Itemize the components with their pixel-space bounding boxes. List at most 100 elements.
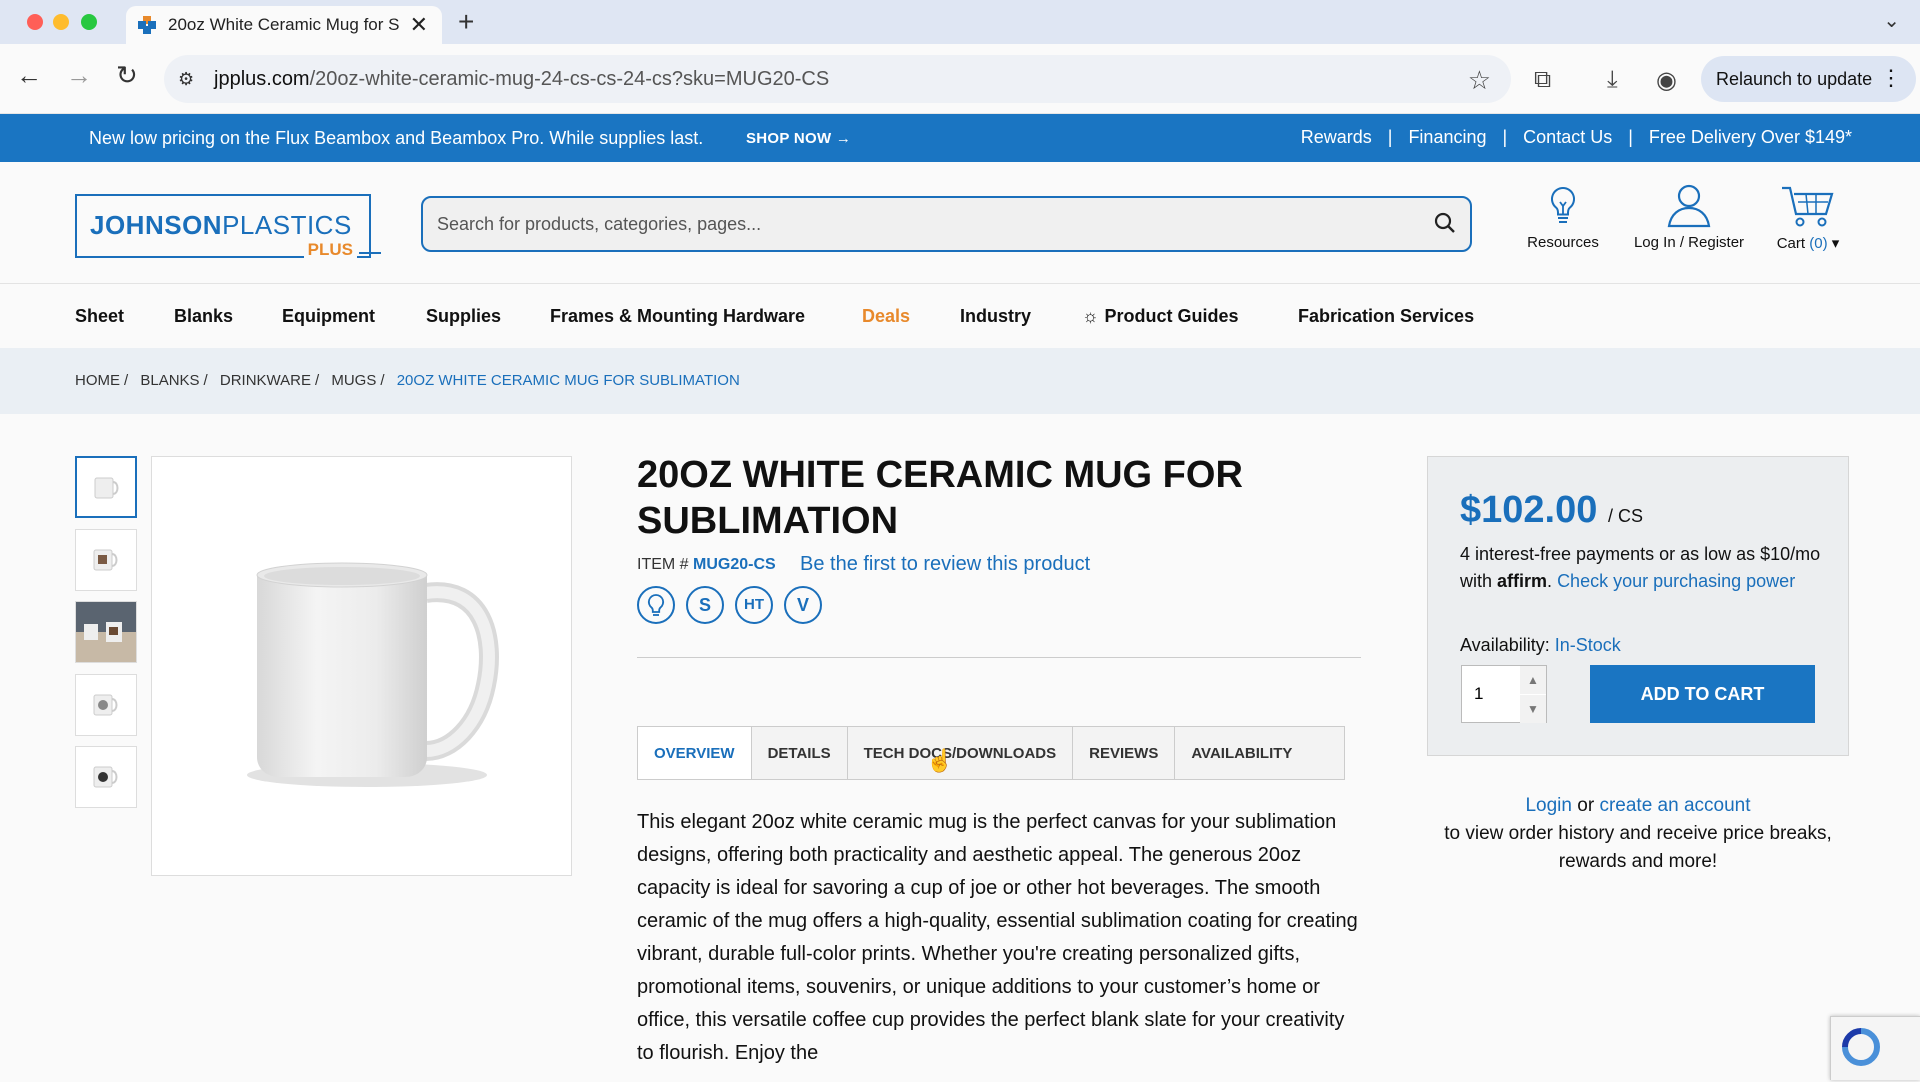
- sublimation-badge-icon[interactable]: S: [686, 586, 724, 624]
- availability: Availability: In-Stock: [1460, 635, 1621, 656]
- login-link[interactable]: Login: [1525, 795, 1572, 816]
- white-mug-image: [247, 562, 499, 787]
- forward-arrow-icon[interactable]: →: [66, 62, 92, 88]
- breadcrumb-drinkware[interactable]: DRINKWARE: [220, 372, 311, 389]
- nav-item-product-guides[interactable]: ☼ Product Guides: [1082, 306, 1239, 327]
- lightbulb-badge-icon[interactable]: [637, 586, 675, 624]
- breadcrumb-blanks[interactable]: BLANKS: [140, 372, 199, 389]
- nav-item-industry[interactable]: Industry: [960, 306, 1031, 327]
- product-thumbnail[interactable]: [75, 601, 137, 663]
- item-number: ITEM # MUG20-CS: [637, 556, 776, 574]
- new-tab-button[interactable]: +: [458, 6, 474, 38]
- item-sku: MUG20-CS: [693, 556, 776, 573]
- mug-thumbnail-image: [94, 477, 119, 499]
- nav-item-deals[interactable]: Deals: [862, 306, 910, 327]
- affirm-financing: 4 interest-free payments or as low as $1…: [1460, 544, 1821, 591]
- account-note-text: to view order history and receive price …: [1444, 823, 1832, 872]
- nav-item-fabrication[interactable]: Fabrication Services: [1298, 306, 1474, 327]
- contact-us-link[interactable]: Contact Us: [1523, 127, 1612, 148]
- reload-icon[interactable]: ↻: [116, 62, 138, 88]
- nav-item-sheet[interactable]: Sheet: [75, 306, 124, 327]
- nav-item-frames[interactable]: Frames & Mounting Hardware: [550, 306, 805, 327]
- profile-icon[interactable]: ◉: [1656, 66, 1677, 95]
- sun-icon: ☼: [1082, 306, 1099, 326]
- free-delivery-link[interactable]: Free Delivery Over $149*: [1649, 127, 1852, 148]
- site-header: JOHNSONPLASTICS PLUS Resources Log In / …: [0, 162, 1920, 284]
- product-title: 20OZ WHITE CERAMIC MUG FOR SUBLIMATION: [637, 454, 1243, 542]
- login-register-link[interactable]: Log In / Register: [1626, 182, 1752, 251]
- check-purchasing-power-link[interactable]: Check your purchasing power: [1557, 571, 1795, 591]
- availability-label: Availability:: [1460, 635, 1550, 655]
- account-note: Login or create an account to view order…: [1427, 792, 1849, 876]
- site-settings-icon[interactable]: ⚙: [178, 69, 194, 90]
- quantity-up-icon[interactable]: ▲: [1520, 666, 1546, 694]
- cart-label: Cart: [1776, 235, 1806, 252]
- relaunch-button[interactable]: Relaunch to update ⋮: [1701, 56, 1916, 102]
- extensions-puzzle-icon[interactable]: ⧉: [1534, 66, 1551, 94]
- create-account-link[interactable]: create an account: [1599, 795, 1750, 816]
- tab-close-icon[interactable]: ✕: [410, 12, 428, 38]
- browser-tab-active[interactable]: 20oz White Ceramic Mug for Sublimation ✕: [126, 6, 442, 44]
- minimize-window-button[interactable]: [53, 14, 69, 30]
- browser-toolbar: ← → ↻ ⚙ jpplus.com/20oz-white-ceramic-mu…: [0, 44, 1920, 114]
- product-main-image[interactable]: [151, 456, 572, 876]
- nav-item-blanks[interactable]: Blanks: [174, 306, 233, 327]
- heat-transfer-badge-icon[interactable]: HT: [735, 586, 773, 624]
- search-icon[interactable]: [1432, 210, 1458, 241]
- download-icon[interactable]: ⤓: [1607, 66, 1618, 94]
- address-url[interactable]: jpplus.com/20oz-white-ceramic-mug-24-cs-…: [214, 68, 829, 91]
- close-window-button[interactable]: [27, 14, 43, 30]
- nav-item-equipment[interactable]: Equipment: [282, 306, 375, 327]
- quantity-input[interactable]: [1474, 684, 1514, 704]
- search-box: [421, 196, 1472, 252]
- product-description: This elegant 20oz white ceramic mug is t…: [637, 811, 1358, 1064]
- mug-print-thumbnail-image: [93, 549, 118, 571]
- price-unit: / CS: [1607, 506, 1643, 526]
- product-thumbnail[interactable]: [75, 529, 137, 591]
- tab-tech-docs[interactable]: TECH DOCS/DOWNLOADS: [848, 727, 1074, 779]
- add-to-cart-button[interactable]: ADD TO CART: [1590, 665, 1815, 723]
- item-label: ITEM #: [637, 556, 689, 573]
- price: $102.00 / CS: [1460, 489, 1643, 532]
- tab-availability[interactable]: AVAILABILITY: [1175, 727, 1308, 779]
- logo-plus: PLUS: [303, 240, 357, 260]
- financing-link[interactable]: Financing: [1408, 127, 1486, 148]
- cart-link[interactable]: Cart (0) ▾: [1770, 182, 1846, 252]
- bookmark-star-icon[interactable]: ☆: [1468, 65, 1491, 96]
- product-thumbnail[interactable]: [75, 674, 137, 736]
- breadcrumb-home[interactable]: HOME: [75, 372, 120, 389]
- tab-overview[interactable]: OVERVIEW: [638, 727, 752, 779]
- mug-logo-thumbnail-image: [93, 766, 118, 788]
- more-menu-icon[interactable]: ⋮: [1880, 65, 1902, 91]
- quantity-down-icon[interactable]: ▼: [1520, 695, 1546, 723]
- resources-link[interactable]: Resources: [1523, 182, 1603, 251]
- shop-now-link[interactable]: SHOP NOW →: [746, 130, 851, 147]
- breadcrumb-mugs[interactable]: MUGS: [331, 372, 376, 389]
- separator: |: [1502, 127, 1508, 147]
- logo-cross-line: [359, 252, 381, 254]
- address-bar[interactable]: ⚙ jpplus.com/20oz-white-ceramic-mug-24-c…: [164, 55, 1511, 103]
- cart-count: (0): [1809, 235, 1828, 252]
- tab-title: 20oz White Ceramic Mug for Sublimation: [168, 15, 400, 34]
- vinyl-badge-icon[interactable]: V: [784, 586, 822, 624]
- rewards-link[interactable]: Rewards: [1301, 127, 1372, 148]
- maximize-window-button[interactable]: [81, 14, 97, 30]
- tab-reviews[interactable]: REVIEWS: [1073, 727, 1176, 779]
- browser-tab-strip: 20oz White Ceramic Mug for Sublimation ✕…: [0, 0, 1920, 44]
- tab-search-chevron-icon[interactable]: ⌄: [1883, 8, 1900, 33]
- affirm-logo: affirm: [1497, 571, 1548, 591]
- search-input[interactable]: [437, 211, 1397, 237]
- breadcrumb-separator: /: [203, 372, 208, 389]
- nav-item-supplies[interactable]: Supplies: [426, 306, 501, 327]
- tab-details[interactable]: DETAILS: [752, 727, 848, 779]
- first-review-link[interactable]: Be the first to review this product: [800, 553, 1090, 576]
- promo-text: New low pricing on the Flux Beambox and …: [89, 128, 704, 148]
- product-thumbnail[interactable]: [75, 456, 137, 518]
- site-logo[interactable]: JOHNSONPLASTICS PLUS: [75, 194, 381, 260]
- recaptcha-badge[interactable]: [1830, 1016, 1920, 1080]
- logo-light: PLASTICS: [222, 210, 352, 240]
- back-arrow-icon[interactable]: ←: [16, 62, 42, 88]
- product-thumbnail[interactable]: [75, 746, 137, 808]
- lightbulb-icon: [1551, 186, 1575, 223]
- main-nav: Sheet Blanks Equipment Supplies Frames &…: [0, 284, 1920, 348]
